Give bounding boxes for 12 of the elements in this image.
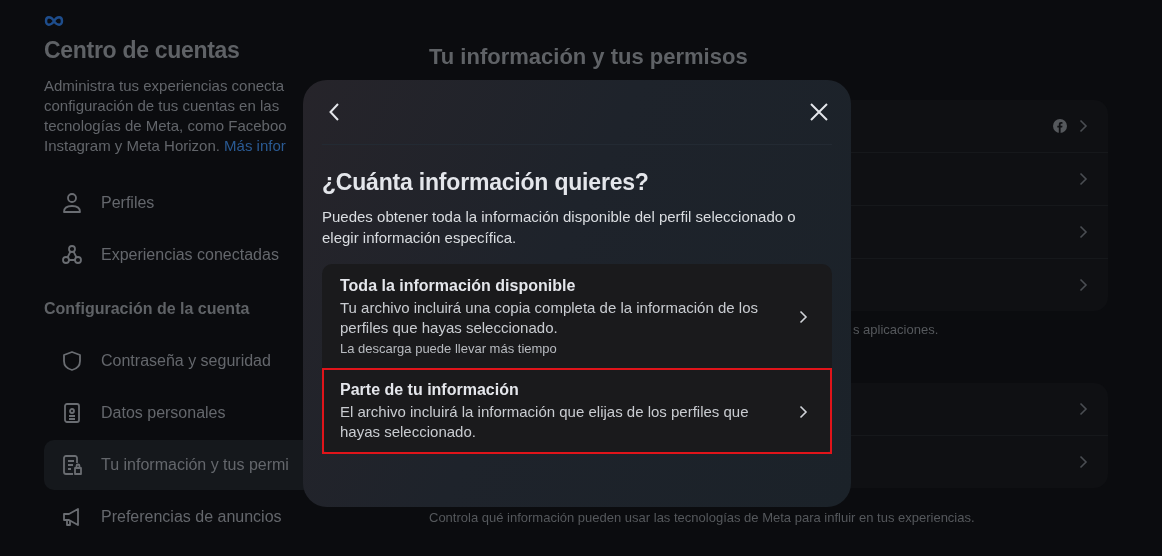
option-title: Parte de tu información: [340, 381, 520, 399]
helper-text: s aplicaciones.: [853, 322, 939, 337]
page-title: Centro de cuentas: [44, 37, 241, 64]
option-description: Tu archivo incluirá una copia completa de la información de los perfiles que hayas seleccionado.: [340, 298, 759, 338]
section-heading: Configuración de la cuenta: [44, 300, 250, 318]
option-description: El archivo incluirá la información que elijas de los perfiles que hayas seleccionado.: [340, 402, 750, 442]
helper-text: Controla qué información pueden usar las tecnologías de Meta para influir en tus experiencias.: [429, 510, 975, 525]
section-title: Tu información y tus permisos: [429, 44, 749, 70]
modal-title: ¿Cuánta información quieres?: [322, 169, 650, 196]
modal-description: Puedes obtener toda la información disponible del perfil seleccionado o elegir información específica.: [322, 207, 797, 248]
option-note: La descarga puede llevar más tiempo: [340, 341, 558, 356]
option-title: Toda la información disponible: [340, 277, 577, 295]
